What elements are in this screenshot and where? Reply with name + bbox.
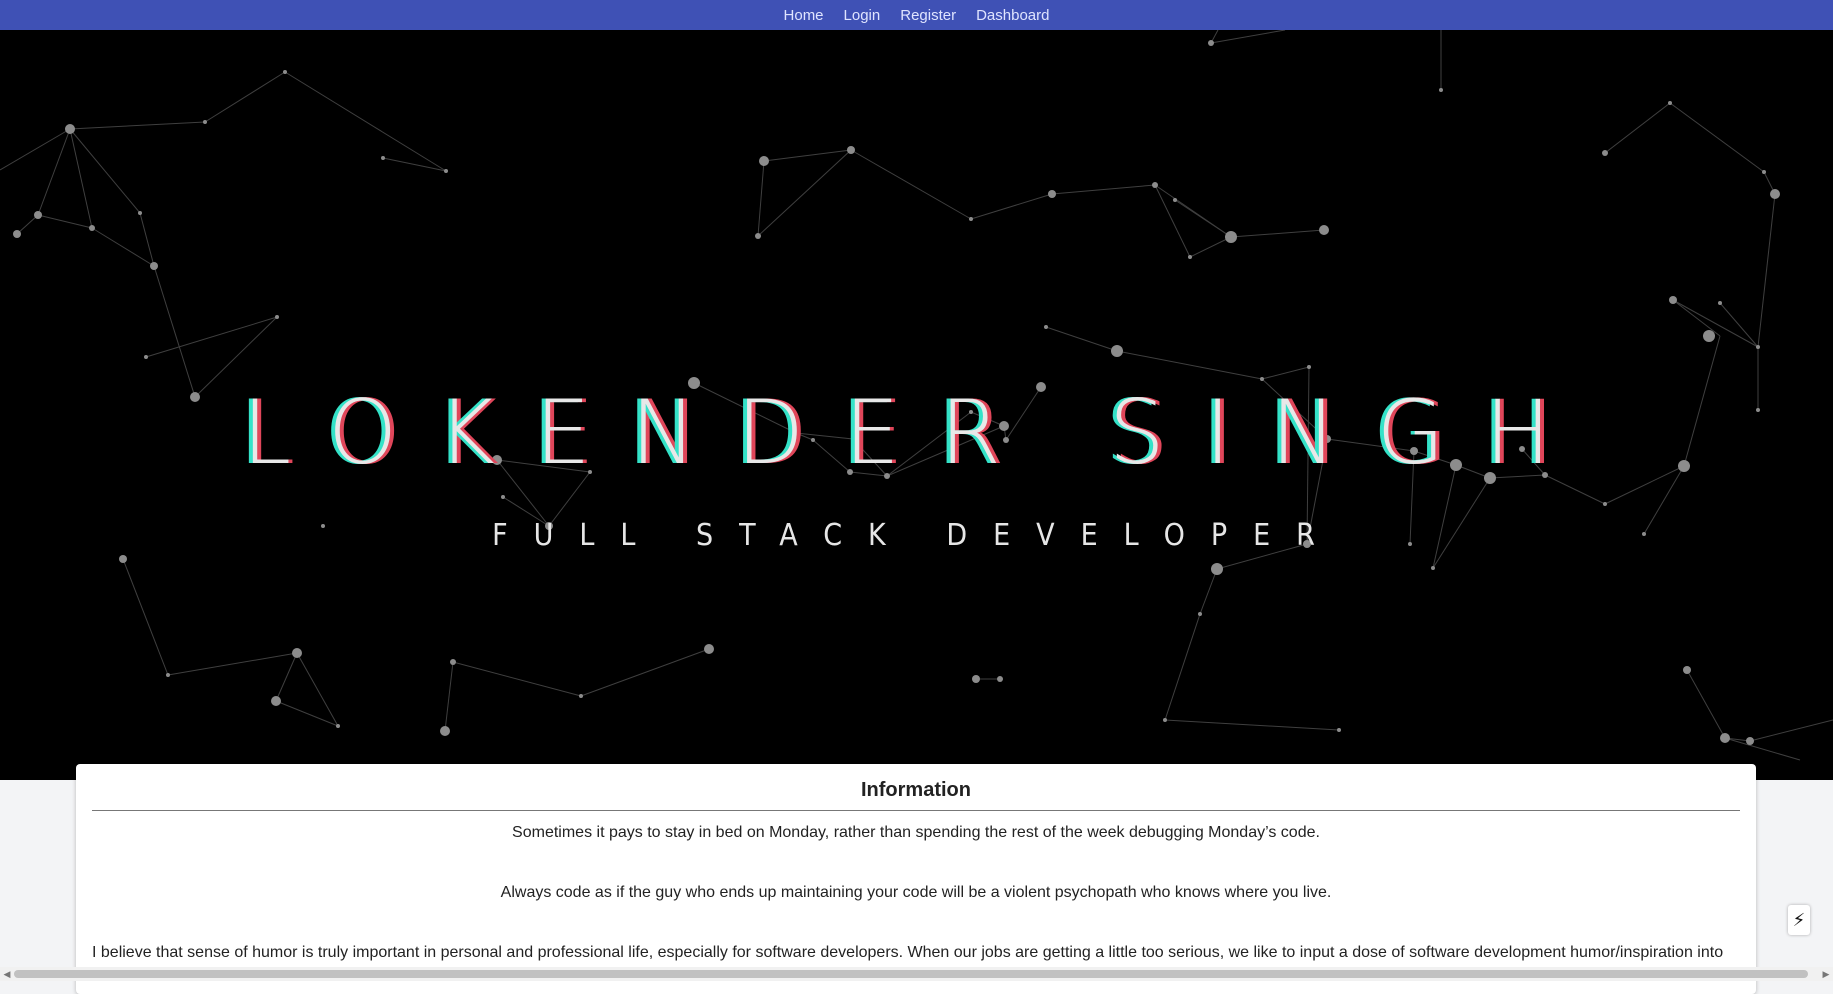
nav-home-link[interactable]: Home — [784, 7, 824, 24]
arrow-left-icon[interactable]: ◀ — [0, 967, 14, 981]
nav-login-link[interactable]: Login — [844, 7, 881, 24]
arrow-right-icon[interactable]: ▶ — [1819, 967, 1833, 981]
lightning-icon[interactable]: ⚡ — [1788, 905, 1810, 935]
hero-title: LOKENDER SINGH — [242, 380, 1591, 484]
hero-subtitle: FULL STACK DEVELOPER — [492, 518, 1341, 553]
hero-banner: LOKENDER SINGH FULL STACK DEVELOPER — [0, 30, 1833, 780]
info-paragraph: Always code as if the guy who ends up ma… — [500, 884, 1332, 901]
nav-register-link[interactable]: Register — [900, 7, 956, 24]
horizontal-scrollbar[interactable]: ◀ ▶ — [0, 967, 1833, 981]
info-paragraph: I believe that sense of humor is truly i… — [92, 944, 1724, 961]
information-title: Information — [861, 779, 971, 801]
nav-dashboard-link[interactable]: Dashboard — [976, 7, 1049, 24]
info-paragraph: Sometimes it pays to stay in bed on Mond… — [512, 824, 1320, 841]
top-navbar: Home Login Register Dashboard — [0, 0, 1833, 30]
information-card: Information Sometimes it pays to stay in… — [76, 764, 1756, 994]
scrollbar-thumb[interactable] — [14, 970, 1808, 978]
